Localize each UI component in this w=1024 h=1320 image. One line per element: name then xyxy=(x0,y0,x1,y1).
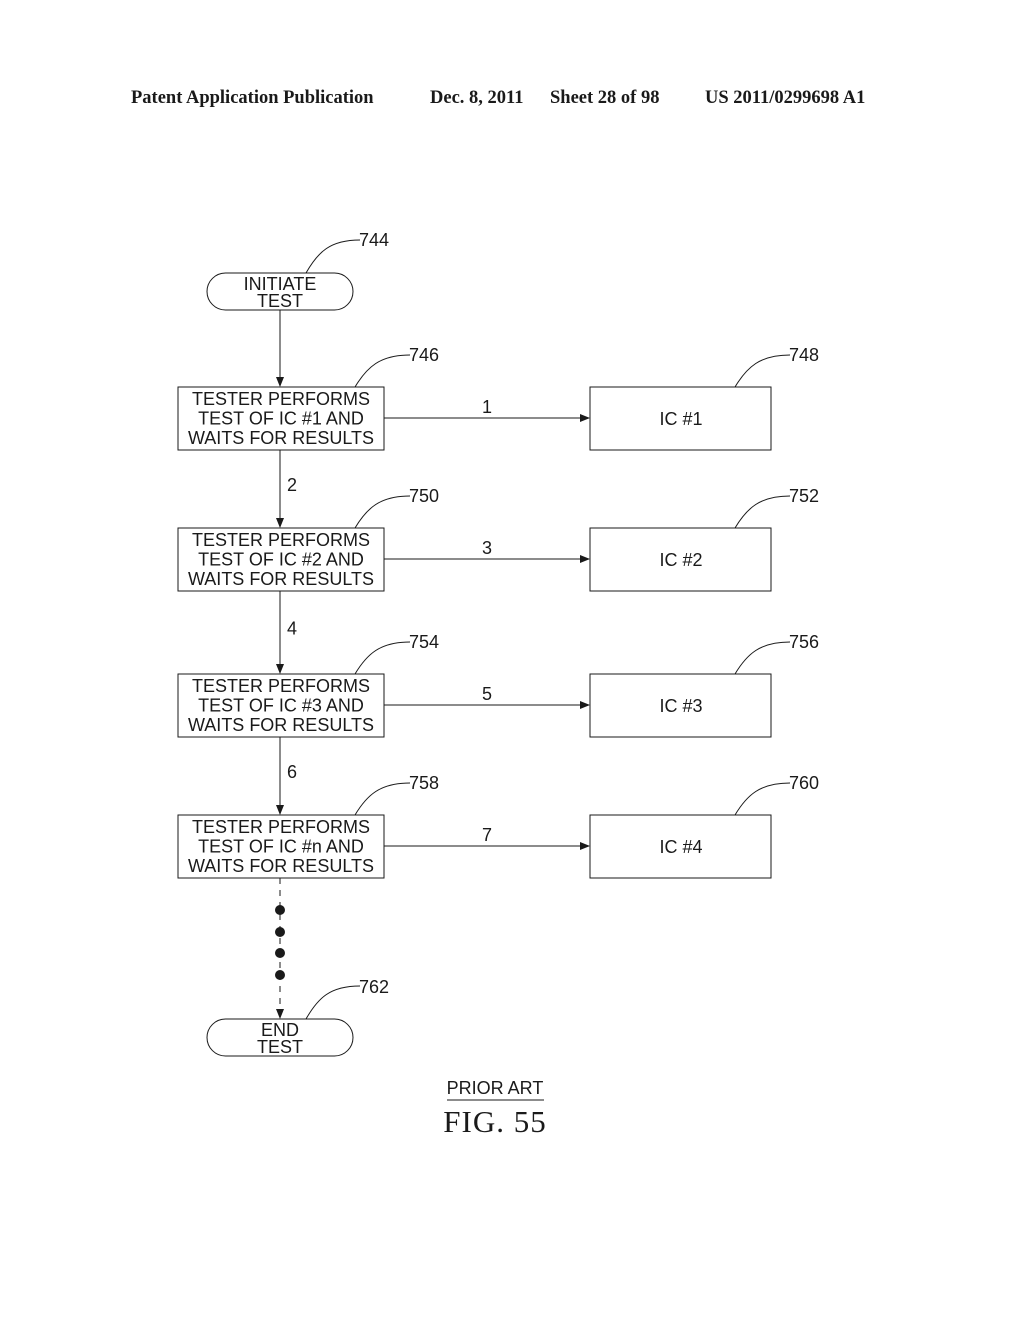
arrow-label: 5 xyxy=(482,684,492,704)
down-arrow-label: 4 xyxy=(287,619,297,639)
ref-756: 756 xyxy=(789,632,819,652)
ref-leader-754 xyxy=(354,641,411,675)
continuation-dot-1 xyxy=(275,905,285,915)
continuation-dot-2 xyxy=(275,927,285,937)
start-terminator: INITIATE TEST xyxy=(206,272,354,311)
ref-760: 760 xyxy=(789,773,819,793)
continuation-dot-3 xyxy=(275,948,285,958)
step-text-line: WAITS FOR RESULTS xyxy=(188,569,374,589)
ref-744: 744 xyxy=(359,230,389,250)
step-4: TESTER PERFORMSTEST OF IC #n ANDWAITS FO… xyxy=(177,773,819,879)
arrow-label: 7 xyxy=(482,825,492,845)
ref-leader-746 xyxy=(354,354,411,388)
ic-label: IC #3 xyxy=(659,696,702,716)
continuation-dot-4 xyxy=(275,970,285,980)
down-arrow-label: 6 xyxy=(287,762,297,782)
start-line-2: TEST xyxy=(257,291,303,311)
step-text-line: WAITS FOR RESULTS xyxy=(188,428,374,448)
ref-750: 750 xyxy=(409,486,439,506)
down-arrow-label: 2 xyxy=(287,475,297,495)
ref-758: 758 xyxy=(409,773,439,793)
ref-leader-750 xyxy=(354,495,411,529)
ref-leader-760 xyxy=(734,782,791,816)
ic-label: IC #2 xyxy=(659,550,702,570)
ref-746: 746 xyxy=(409,345,439,365)
step-text-line: TEST OF IC #1 AND xyxy=(198,409,364,429)
end-line-2: TEST xyxy=(257,1037,303,1057)
step-3: TESTER PERFORMSTEST OF IC #3 ANDWAITS FO… xyxy=(177,632,819,815)
ref-leader-748 xyxy=(734,354,791,388)
ref-748: 748 xyxy=(789,345,819,365)
arrow-label: 3 xyxy=(482,538,492,558)
flowchart-diagram: INITIATE TEST 744 TESTER PERFORMSTEST OF… xyxy=(177,230,819,1139)
ref-leader-744 xyxy=(305,239,361,274)
figure-label: FIG. 55 xyxy=(443,1104,546,1139)
step-text-line: TESTER PERFORMS xyxy=(192,389,370,409)
ref-leader-758 xyxy=(354,782,411,816)
arrow-label: 1 xyxy=(482,397,492,417)
step-text-line: TESTER PERFORMS xyxy=(192,530,370,550)
steps-group: TESTER PERFORMSTEST OF IC #1 ANDWAITS FO… xyxy=(177,345,819,879)
ref-leader-752 xyxy=(734,495,791,529)
step-text-line: TESTER PERFORMS xyxy=(192,817,370,837)
step-text-line: WAITS FOR RESULTS xyxy=(188,715,374,735)
step-text-line: TEST OF IC #n AND xyxy=(198,837,364,857)
ref-leader-756 xyxy=(734,641,791,675)
step-text-line: TEST OF IC #2 AND xyxy=(198,550,364,570)
ic-label: IC #1 xyxy=(659,409,702,429)
ref-762: 762 xyxy=(359,977,389,997)
step-text-line: TESTER PERFORMS xyxy=(192,676,370,696)
step-1: TESTER PERFORMSTEST OF IC #1 ANDWAITS FO… xyxy=(177,345,819,528)
prior-art-label: PRIOR ART xyxy=(447,1078,544,1098)
ref-752: 752 xyxy=(789,486,819,506)
ref-leader-762 xyxy=(305,985,361,1020)
step-2: TESTER PERFORMSTEST OF IC #2 ANDWAITS FO… xyxy=(177,486,819,674)
step-text-line: TEST OF IC #3 AND xyxy=(198,696,364,716)
ic-label: IC #4 xyxy=(659,837,702,857)
ref-754: 754 xyxy=(409,632,439,652)
step-text-line: WAITS FOR RESULTS xyxy=(188,856,374,876)
end-terminator: END TEST xyxy=(206,1018,354,1057)
